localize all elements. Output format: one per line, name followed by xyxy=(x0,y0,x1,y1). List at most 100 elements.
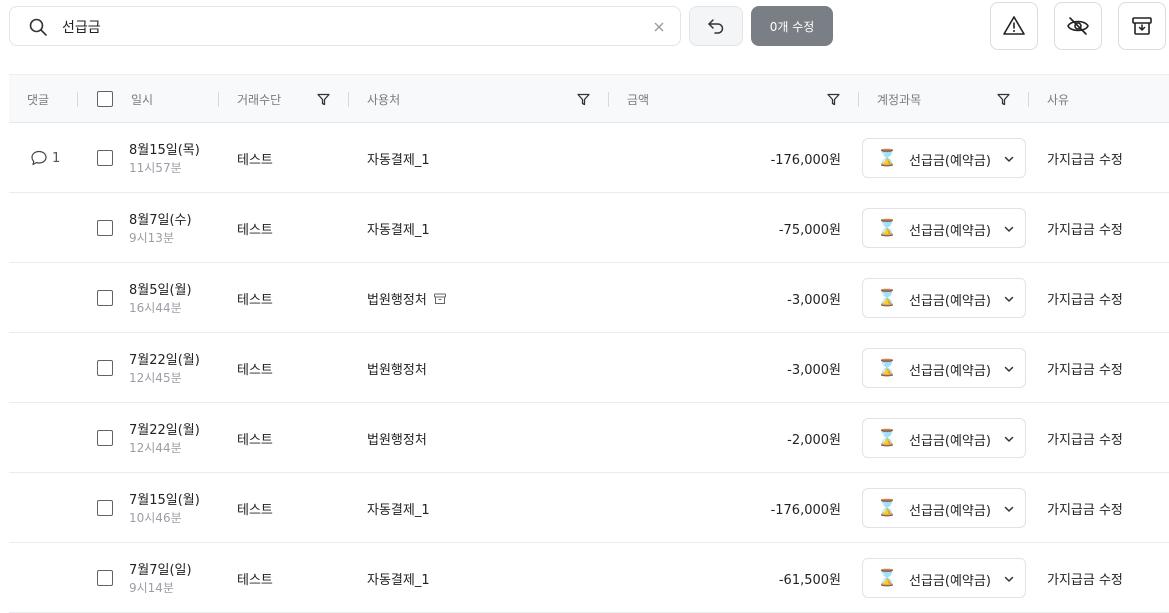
row-merchant: 법원행정처 xyxy=(367,429,427,448)
hourglass-icon: ⌛ xyxy=(877,218,897,237)
row-time: 12시44분 xyxy=(129,441,182,455)
row-date: 7월22일(월) xyxy=(129,423,200,438)
table-row[interactable]: 8월7일(수) 9시13분 테스트 자동결제_1 -75,000원 ⌛ 선급금(… xyxy=(9,193,1169,263)
filter-icon[interactable] xyxy=(827,93,840,106)
hide-button[interactable] xyxy=(1054,2,1102,50)
table-row[interactable]: 8월5일(월) 16시44분 테스트 법원행정처 -3,000원 ⌛ 선급금(예… xyxy=(9,263,1169,333)
row-date: 8월7일(수) xyxy=(129,213,192,228)
warning-button[interactable] xyxy=(990,2,1038,50)
header-reason[interactable]: 사유 xyxy=(1047,75,1069,124)
hourglass-icon: ⌛ xyxy=(877,428,897,447)
merchant-name: 법원행정처 xyxy=(367,293,427,308)
search-box[interactable] xyxy=(9,6,681,46)
row-checkbox[interactable] xyxy=(97,360,113,376)
account-select[interactable]: ⌛ 선급금(예약금) xyxy=(862,208,1026,248)
row-checkbox[interactable] xyxy=(97,570,113,586)
archive-button[interactable] xyxy=(1118,2,1166,50)
account-select[interactable]: ⌛ 선급금(예약금) xyxy=(862,488,1026,528)
account-select[interactable]: ⌛ 선급금(예약금) xyxy=(862,278,1026,318)
row-time: 10시46분 xyxy=(129,511,182,525)
row-time: 9시13분 xyxy=(129,231,174,245)
row-checkbox[interactable] xyxy=(97,290,113,306)
comment-button[interactable]: 1 xyxy=(30,149,60,167)
row-checkbox[interactable] xyxy=(97,220,113,236)
hourglass-icon: ⌛ xyxy=(877,358,897,377)
row-reason: 가지급금 수정 xyxy=(1047,293,1123,308)
row-checkbox[interactable] xyxy=(97,150,113,166)
header-amount[interactable]: 금액 xyxy=(627,75,649,124)
header-method[interactable]: 거래수단 xyxy=(237,75,281,124)
filter-icon[interactable] xyxy=(317,93,330,106)
row-reason: 가지급금 수정 xyxy=(1047,153,1123,168)
row-amount: -2,000원 xyxy=(787,433,841,448)
row-amount: -176,000원 xyxy=(770,503,841,518)
row-method: 테스트 xyxy=(237,293,273,308)
table-row[interactable]: 1 8월15일(목) 11시57분 테스트 자동결제_1 -176,000원 ⌛… xyxy=(9,123,1169,193)
merchant-name: 자동결제_1 xyxy=(367,223,430,238)
table-row[interactable]: 7월22일(월) 12시45분 테스트 법원행정처 -3,000원 ⌛ 선급금(… xyxy=(9,333,1169,403)
row-merchant: 법원행정처 xyxy=(367,289,447,308)
row-reason: 가지급금 수정 xyxy=(1047,433,1123,448)
row-merchant: 자동결제_1 xyxy=(367,219,430,238)
row-time: 11시57분 xyxy=(129,161,182,175)
row-reason: 가지급금 수정 xyxy=(1047,503,1123,518)
row-method: 테스트 xyxy=(237,503,273,518)
table-body: 1 8월15일(목) 11시57분 테스트 자동결제_1 -176,000원 ⌛… xyxy=(9,123,1169,613)
filter-icon[interactable] xyxy=(997,93,1010,106)
account-select[interactable]: ⌛ 선급금(예약금) xyxy=(862,348,1026,388)
hourglass-icon: ⌛ xyxy=(877,498,897,517)
comment-count: 1 xyxy=(52,150,61,166)
row-merchant: 법원행정처 xyxy=(367,359,427,378)
select-all-checkbox[interactable] xyxy=(97,91,113,107)
archive-icon xyxy=(433,293,446,304)
chevron-down-icon xyxy=(1004,156,1014,162)
row-method: 테스트 xyxy=(237,363,273,378)
row-method: 테스트 xyxy=(237,223,273,238)
row-merchant: 자동결제_1 xyxy=(367,569,430,588)
row-reason: 가지급금 수정 xyxy=(1047,573,1123,588)
row-amount: -61,500원 xyxy=(778,573,841,588)
row-amount: -75,000원 xyxy=(778,223,841,238)
chevron-down-icon xyxy=(1004,226,1014,232)
row-checkbox[interactable] xyxy=(97,500,113,516)
table-row[interactable]: 7월15일(월) 10시46분 테스트 자동결제_1 -176,000원 ⌛ 선… xyxy=(9,473,1169,543)
table-row[interactable]: 7월7일(일) 9시14분 테스트 자동결제_1 -61,500원 ⌛ 선급금(… xyxy=(9,543,1169,613)
account-label: 선급금(예약금) xyxy=(909,574,991,589)
row-merchant: 자동결제_1 xyxy=(367,499,430,518)
account-label: 선급금(예약금) xyxy=(909,434,991,449)
merchant-name: 자동결제_1 xyxy=(367,503,430,518)
undo-button[interactable] xyxy=(689,6,743,46)
chevron-down-icon xyxy=(1004,506,1014,512)
hourglass-icon: ⌛ xyxy=(877,568,897,587)
search-input[interactable] xyxy=(62,15,622,39)
chevron-down-icon xyxy=(1004,296,1014,302)
row-checkbox[interactable] xyxy=(97,430,113,446)
eye-off-icon xyxy=(1067,17,1089,35)
account-select[interactable]: ⌛ 선급금(예약금) xyxy=(862,558,1026,598)
row-time: 12시45분 xyxy=(129,371,182,385)
header-merchant[interactable]: 사용처 xyxy=(367,75,400,124)
chevron-down-icon xyxy=(1004,366,1014,372)
account-label: 선급금(예약금) xyxy=(909,154,991,169)
table-row[interactable]: 7월22일(월) 12시44분 테스트 법원행정처 -2,000원 ⌛ 선급금(… xyxy=(9,403,1169,473)
row-method: 테스트 xyxy=(237,573,273,588)
clear-icon[interactable] xyxy=(652,20,666,34)
account-select[interactable]: ⌛ 선급금(예약금) xyxy=(862,138,1026,178)
archive-icon xyxy=(1132,17,1152,35)
warning-icon xyxy=(1003,16,1025,35)
row-date: 7월15일(월) xyxy=(129,493,200,508)
search-icon xyxy=(29,18,47,36)
account-label: 선급금(예약금) xyxy=(909,504,991,519)
filter-icon[interactable] xyxy=(577,93,590,106)
edit-count-button[interactable]: 0개 수정 xyxy=(751,6,833,46)
row-time: 9시14분 xyxy=(129,581,174,595)
row-method: 테스트 xyxy=(237,433,273,448)
account-select[interactable]: ⌛ 선급금(예약금) xyxy=(862,418,1026,458)
header-date[interactable]: 일시 xyxy=(131,75,153,124)
undo-icon xyxy=(708,19,724,34)
account-label: 선급금(예약금) xyxy=(909,224,991,239)
header-account[interactable]: 계정과목 xyxy=(877,75,921,124)
chevron-down-icon xyxy=(1004,436,1014,442)
row-merchant: 자동결제_1 xyxy=(367,149,430,168)
row-amount: -176,000원 xyxy=(770,153,841,168)
